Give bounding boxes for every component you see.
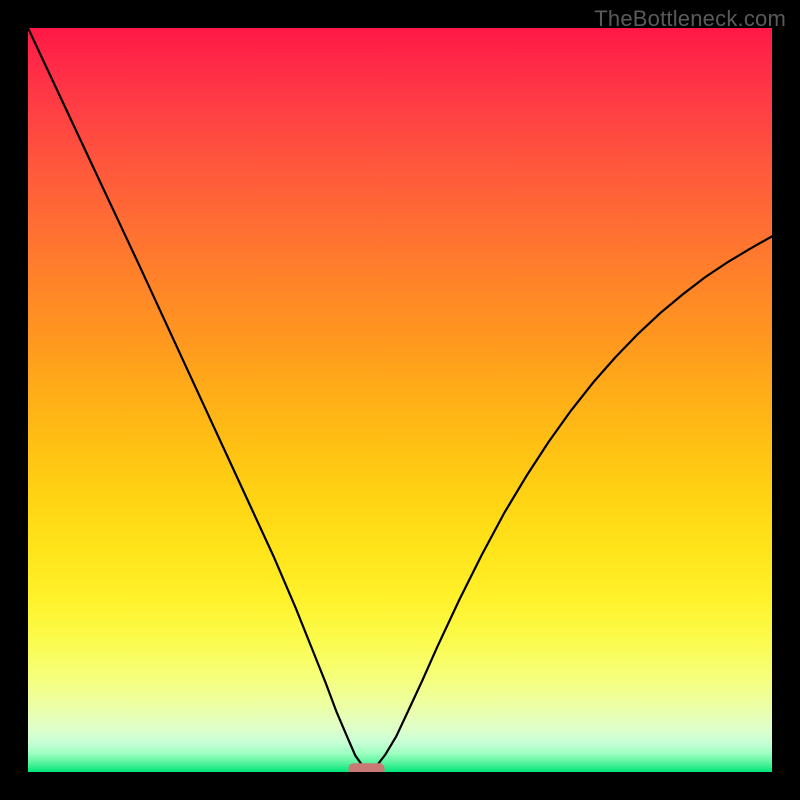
chart-frame: TheBottleneck.com: [0, 0, 800, 800]
plot-area: [28, 28, 772, 772]
minimum-marker: [349, 763, 385, 772]
bottleneck-curve: [28, 28, 772, 770]
chart-svg: [28, 28, 772, 772]
